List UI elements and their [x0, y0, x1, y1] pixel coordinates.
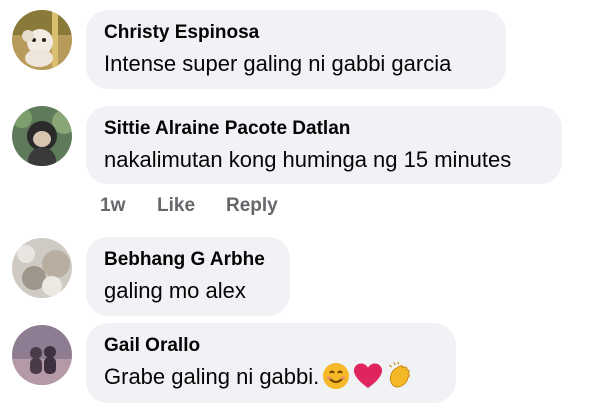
avatar[interactable]	[12, 106, 72, 166]
clapping-hands-emoji	[386, 361, 414, 398]
comment-text: Intense super galing ni gabbi garcia	[104, 51, 452, 76]
smiling-face-emoji	[322, 362, 350, 398]
comment-text: galing mo alex	[104, 278, 246, 303]
comment-text: Grabe galing ni gabbi.	[104, 361, 440, 398]
avatar[interactable]	[12, 238, 72, 298]
comment-text: nakalimutan kong huminga ng 15 minutes	[104, 147, 512, 172]
comment-bubble: Christy Espinosa Intense super galing ni…	[86, 10, 506, 89]
comment-actions: 1w Like Reply	[100, 195, 278, 217]
comment-author[interactable]: Sittie Alraine Pacote Datlan	[104, 117, 546, 141]
comment-author[interactable]: Christy Espinosa	[104, 21, 490, 45]
comment-author[interactable]: Gail Orallo	[104, 334, 440, 358]
comment-timestamp[interactable]: 1w	[100, 195, 157, 217]
comment-bubble: Sittie Alraine Pacote Datlan nakalimutan…	[86, 106, 562, 184]
reply-button[interactable]: Reply	[226, 195, 278, 217]
avatar[interactable]	[12, 10, 72, 70]
like-button[interactable]: Like	[157, 195, 226, 217]
comment-text-content: Grabe galing ni gabbi.	[104, 364, 320, 389]
comment-bubble: Gail Orallo Grabe galing ni gabbi.	[86, 323, 456, 403]
avatar[interactable]	[12, 325, 72, 385]
red-heart-emoji	[353, 362, 383, 398]
comment-bubble: Bebhang G Arbhe galing mo alex	[86, 237, 290, 316]
comment-author[interactable]: Bebhang G Arbhe	[104, 248, 274, 272]
